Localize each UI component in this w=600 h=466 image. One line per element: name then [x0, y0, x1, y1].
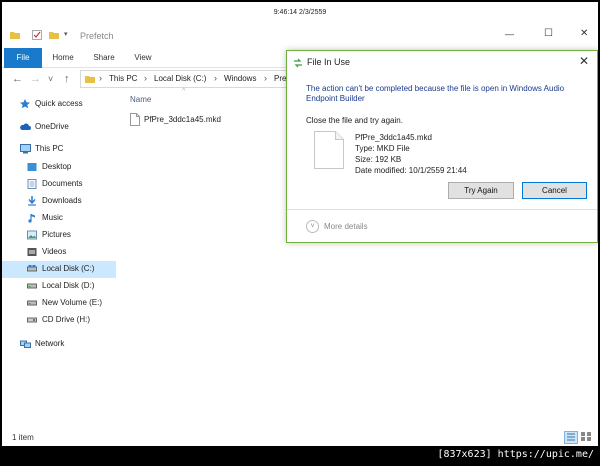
- customize-toolbar-icon[interactable]: ▾: [64, 30, 74, 40]
- sidebar-item-label: OneDrive: [35, 122, 69, 131]
- desktop-icon: [27, 162, 37, 172]
- sidebar-item-label: Local Disk (D:): [42, 281, 95, 290]
- breadcrumb-separator: ›: [214, 73, 217, 83]
- breadcrumb-windows[interactable]: Windows: [224, 74, 256, 83]
- sidebar-item-label: Videos: [42, 247, 67, 256]
- minimize-button[interactable]: —: [505, 29, 514, 39]
- sidebar-item-local-disk-d[interactable]: Local Disk (D:): [2, 278, 116, 295]
- cloud-icon: [20, 122, 31, 132]
- sidebar-item-new-volume-e[interactable]: New Volume (E:): [2, 295, 116, 312]
- dialog-file-size: Size: 192 KB: [355, 155, 402, 164]
- folder-icon: [10, 30, 20, 40]
- sidebar-item-label: Documents: [42, 179, 83, 188]
- dialog-divider: [287, 209, 597, 210]
- try-again-button[interactable]: Try Again: [448, 182, 514, 199]
- dialog-title: File In Use: [307, 57, 351, 67]
- sidebar-item-label: Local Disk (C:): [42, 264, 95, 273]
- dialog-close-button[interactable]: ✕: [579, 54, 589, 68]
- tab-share[interactable]: Share: [84, 48, 124, 68]
- pictures-icon: [27, 230, 37, 240]
- status-bar: 1 item: [2, 430, 598, 446]
- maximize-button[interactable]: ☐: [544, 28, 553, 39]
- sidebar-item-desktop[interactable]: Desktop: [2, 159, 116, 176]
- sort-chevron-icon: ^: [182, 88, 186, 95]
- properties-icon[interactable]: [32, 30, 42, 40]
- star-icon: [20, 99, 30, 109]
- cancel-button[interactable]: Cancel: [522, 182, 587, 199]
- dialog-instruction: Close the file and try again.: [306, 116, 403, 125]
- details-view-icon[interactable]: [564, 431, 578, 444]
- folder-icon: [85, 74, 95, 86]
- sidebar-item-cd-drive-h[interactable]: CD Drive (H:): [2, 312, 116, 329]
- drive-icon: [27, 281, 37, 291]
- more-details-link[interactable]: More details: [324, 222, 368, 231]
- cd-drive-icon: [27, 315, 37, 325]
- sidebar-item-local-disk-c[interactable]: Local Disk (C:): [2, 261, 116, 278]
- watermark-text: [837x623] https://upic.me/: [437, 449, 594, 460]
- file-icon: [130, 113, 140, 128]
- dialog-file-name: PfPre_3ddc1a45.mkd: [355, 133, 432, 142]
- sidebar-item-label: Network: [35, 339, 65, 348]
- sidebar-item-label: Downloads: [42, 196, 82, 205]
- sidebar-item-network[interactable]: Network: [2, 336, 116, 353]
- download-icon: [27, 196, 37, 206]
- dialog-message: The action can't be completed because th…: [306, 84, 565, 103]
- sidebar-item-onedrive[interactable]: OneDrive: [2, 119, 116, 136]
- sidebar-item-this-pc[interactable]: This PC: [2, 141, 116, 158]
- new-folder-icon[interactable]: [49, 30, 59, 40]
- sidebar-item-downloads[interactable]: Downloads: [2, 193, 116, 210]
- file-name: PfPre_3ddc1a45.mkd: [144, 115, 221, 124]
- tab-view[interactable]: View: [124, 48, 162, 68]
- sidebar-item-pictures[interactable]: Pictures: [2, 227, 116, 244]
- music-icon: [27, 213, 37, 223]
- breadcrumb-separator: ›: [264, 73, 267, 83]
- sidebar-item-label: Desktop: [42, 162, 72, 171]
- breadcrumb-separator: ›: [99, 73, 102, 83]
- sidebar-item-label: Music: [42, 213, 63, 222]
- sidebar-item-documents[interactable]: Documents: [2, 176, 116, 193]
- dialog-file-modified: Date modified: 10/1/2559 21:44: [355, 166, 467, 175]
- breadcrumb-separator: ›: [144, 73, 147, 83]
- dialog-file-type: Type: MKD File: [355, 144, 410, 153]
- sidebar-item-quick-access[interactable]: Quick access: [2, 96, 116, 113]
- navigation-pane: Quick access OneDrive This PC Desktop Do…: [2, 90, 116, 430]
- tab-file[interactable]: File: [4, 48, 42, 68]
- video-icon: [27, 247, 37, 257]
- recent-locations-button[interactable]: ˅: [48, 72, 53, 86]
- sidebar-item-label: CD Drive (H:): [42, 315, 90, 324]
- sidebar-item-label: Pictures: [42, 230, 71, 239]
- sidebar-item-videos[interactable]: Videos: [2, 244, 116, 261]
- computer-icon: [20, 144, 31, 154]
- documents-icon: [27, 179, 37, 189]
- drive-icon: [27, 264, 37, 274]
- file-in-use-dialog: File In Use ✕ The action can't be comple…: [286, 50, 598, 243]
- sidebar-item-music[interactable]: Music: [2, 210, 116, 227]
- sidebar-item-label: New Volume (E:): [42, 298, 103, 307]
- title-bar: ▾ Prefetch — ☐ ✕: [2, 24, 598, 48]
- copy-arrows-icon: [293, 58, 303, 68]
- forward-button[interactable]: →: [30, 72, 41, 86]
- window-title: Prefetch: [80, 31, 114, 41]
- network-icon: [20, 339, 31, 349]
- sidebar-item-label: Quick access: [35, 99, 83, 108]
- close-button[interactable]: ✕: [580, 28, 588, 39]
- breadcrumb-local-disk[interactable]: Local Disk (C:): [154, 74, 206, 83]
- drive-icon: [27, 298, 37, 308]
- breadcrumb-this-pc[interactable]: This PC: [109, 74, 137, 83]
- column-header-name[interactable]: Name: [130, 95, 151, 104]
- large-icons-view-icon[interactable]: [580, 431, 594, 444]
- file-icon: [314, 131, 344, 169]
- tab-home[interactable]: Home: [42, 48, 84, 68]
- chevron-down-icon[interactable]: ˅: [306, 220, 319, 233]
- item-count: 1 item: [12, 433, 34, 442]
- up-button[interactable]: ↑: [64, 72, 70, 86]
- clock-text: 9:46:14 2/3/2559: [273, 9, 327, 16]
- back-button[interactable]: ←: [12, 72, 23, 86]
- sidebar-item-label: This PC: [35, 144, 64, 153]
